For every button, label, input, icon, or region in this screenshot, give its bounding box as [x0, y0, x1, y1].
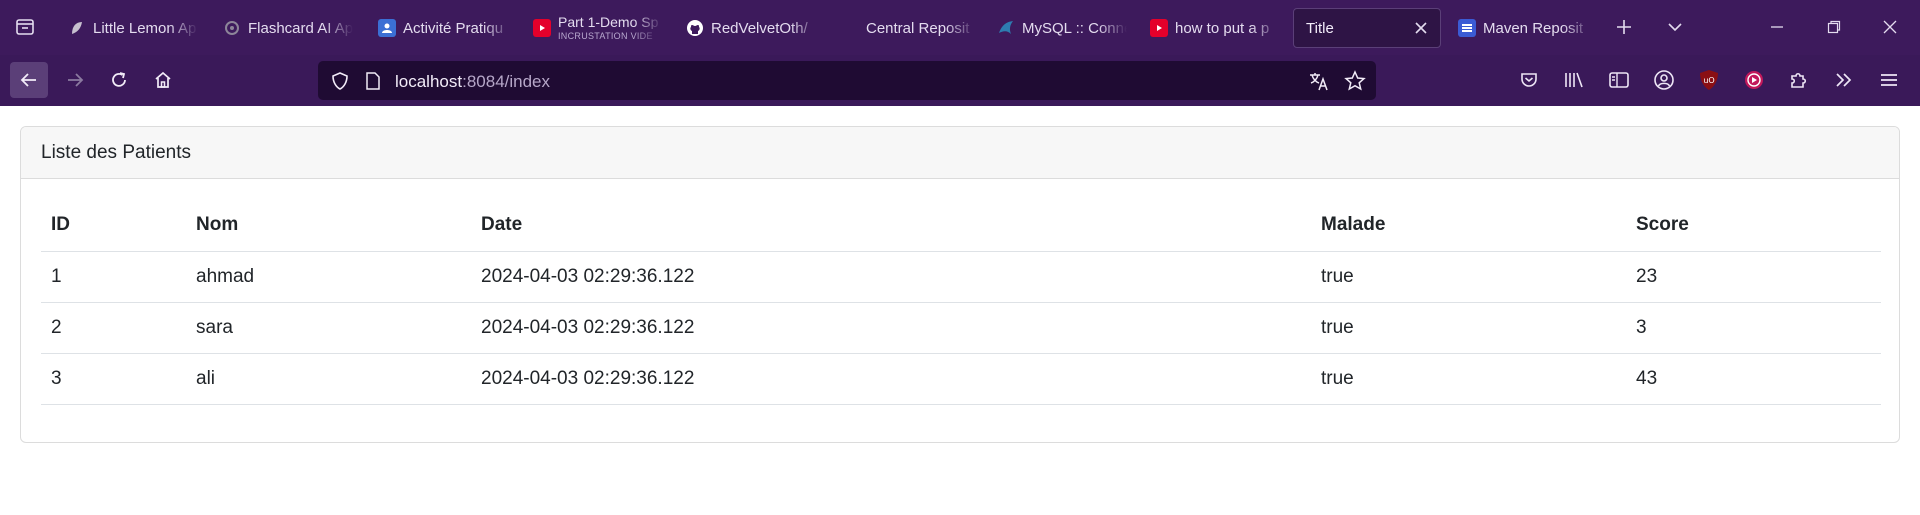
tab-title: Part 1-Demo Sp [558, 15, 659, 29]
cell-nom: ahmad [186, 251, 471, 303]
tab-title: Little Lemon Ap [93, 19, 197, 37]
tab-flashcard-ai[interactable]: Flashcard AI Ap [213, 8, 353, 48]
reload-button[interactable] [100, 62, 138, 98]
tab-title: Maven Reposit [1483, 19, 1584, 37]
close-tab-icon[interactable] [1412, 19, 1430, 37]
patients-card: Liste des Patients ID Nom Date Malade Sc… [20, 126, 1900, 443]
tab-overview-icon [15, 17, 35, 37]
video-extension-icon[interactable] [1741, 67, 1767, 93]
translate-icon[interactable] [1308, 70, 1330, 92]
library-icon[interactable] [1561, 67, 1587, 93]
table-row: 1 ahmad 2024-04-03 02:29:36.122 true 23 [41, 251, 1881, 303]
arrow-left-icon [19, 70, 39, 90]
tab-title-active[interactable]: Title [1293, 8, 1441, 48]
cell-date: 2024-04-03 02:29:36.122 [471, 302, 1311, 354]
tab-title: Activité Pratiqu [403, 19, 504, 37]
home-icon [153, 70, 173, 90]
github-icon [686, 19, 704, 37]
card-header: Liste des Patients [21, 127, 1899, 179]
tab-overview-button[interactable] [8, 10, 42, 44]
navigation-toolbar: localhost:8084/index uO [0, 55, 1920, 106]
column-header-score: Score [1626, 199, 1881, 252]
table-header-row: ID Nom Date Malade Score [41, 199, 1881, 252]
close-icon [1883, 20, 1897, 34]
column-header-malade: Malade [1311, 199, 1626, 252]
account-icon[interactable] [1651, 67, 1677, 93]
youtube-icon [533, 19, 551, 37]
arrow-right-icon [65, 70, 85, 90]
little-lemon-icon [68, 19, 86, 37]
tab-strip: Little Lemon Ap Flashcard AI Ap Activité… [0, 0, 1920, 55]
restore-icon [1827, 20, 1841, 34]
tab-mysql-connector[interactable]: MySQL :: Conne [987, 8, 1127, 48]
tab-title: how to put a p [1175, 19, 1270, 37]
tab-part1-demo[interactable]: Part 1-Demo Sp INCRUSTATION VIDÉ [523, 8, 663, 48]
cell-malade: true [1311, 302, 1626, 354]
youtube-icon [1150, 19, 1168, 37]
tab-title: Title [1306, 19, 1334, 37]
url-text[interactable]: localhost:8084/index [395, 72, 550, 92]
url-host: localhost [395, 72, 463, 91]
tab-maven-repository[interactable]: Maven Reposit [1448, 8, 1593, 48]
tab-redvelvetoth[interactable]: RedVelvetOth/ [676, 8, 826, 48]
mysql-icon [997, 19, 1015, 37]
classroom-icon [378, 19, 396, 37]
minimize-icon [1770, 20, 1784, 34]
cell-nom: sara [186, 302, 471, 354]
table-row: 3 ali 2024-04-03 02:29:36.122 true 43 [41, 353, 1881, 405]
svg-text:uO: uO [1703, 76, 1714, 85]
tab-title: MySQL :: Conne [1022, 19, 1127, 37]
card-body: ID Nom Date Malade Score 1 ahmad 2024-04… [21, 179, 1899, 405]
new-tab-button[interactable] [1607, 10, 1641, 44]
cell-date: 2024-04-03 02:29:36.122 [471, 251, 1311, 303]
plus-icon [1616, 19, 1632, 35]
maven-icon [1458, 19, 1476, 37]
sidebar-icon[interactable] [1606, 67, 1632, 93]
extensions-puzzle-icon[interactable] [1786, 67, 1812, 93]
cell-nom: ali [186, 353, 471, 405]
ublock-origin-icon[interactable]: uO [1696, 67, 1722, 93]
list-all-tabs-button[interactable] [1658, 10, 1692, 44]
bookmark-star-icon[interactable] [1344, 70, 1366, 92]
reload-icon [109, 70, 129, 90]
tab-title: RedVelvetOth/ [711, 19, 808, 37]
cell-malade: true [1311, 251, 1626, 303]
forward-button[interactable] [56, 62, 94, 98]
tab-title: Flashcard AI Ap [248, 19, 353, 37]
minimize-button[interactable] [1760, 10, 1794, 44]
hamburger-menu-icon[interactable] [1876, 67, 1902, 93]
close-window-button[interactable] [1873, 10, 1907, 44]
chevron-down-icon [1667, 19, 1683, 35]
cell-score: 23 [1626, 251, 1881, 303]
tab-subtitle: INCRUSTATION VIDÉ [558, 32, 653, 41]
url-path: :8084/index [462, 72, 551, 91]
table-row: 2 sara 2024-04-03 02:29:36.122 true 3 [41, 302, 1881, 354]
page-icon[interactable] [364, 71, 382, 91]
cell-score: 43 [1626, 353, 1881, 405]
cell-score: 3 [1626, 302, 1881, 354]
shield-icon[interactable] [330, 71, 350, 91]
patients-table: ID Nom Date Malade Score 1 ahmad 2024-04… [41, 199, 1881, 405]
tab-how-to-put[interactable]: how to put a p [1140, 8, 1280, 48]
restore-button[interactable] [1817, 10, 1851, 44]
cell-id: 1 [41, 251, 186, 303]
back-button[interactable] [10, 62, 48, 98]
pocket-icon[interactable] [1516, 67, 1542, 93]
column-header-date: Date [471, 199, 1311, 252]
column-header-nom: Nom [186, 199, 471, 252]
address-bar[interactable]: localhost:8084/index [318, 61, 1376, 100]
cell-malade: true [1311, 353, 1626, 405]
openai-icon [223, 19, 241, 37]
cell-date: 2024-04-03 02:29:36.122 [471, 353, 1311, 405]
tab-central-repository[interactable]: Central Reposit [856, 8, 986, 48]
more-tools-chevrons-icon[interactable] [1831, 67, 1857, 93]
cell-id: 2 [41, 302, 186, 354]
card-title: Liste des Patients [41, 141, 191, 163]
tab-little-lemon[interactable]: Little Lemon Ap [58, 8, 198, 48]
home-button[interactable] [144, 62, 182, 98]
cell-id: 3 [41, 353, 186, 405]
tab-activite-pratique[interactable]: Activité Pratiqu [368, 8, 513, 48]
tab-title: Central Reposit [866, 19, 970, 37]
column-header-id: ID [41, 199, 186, 252]
